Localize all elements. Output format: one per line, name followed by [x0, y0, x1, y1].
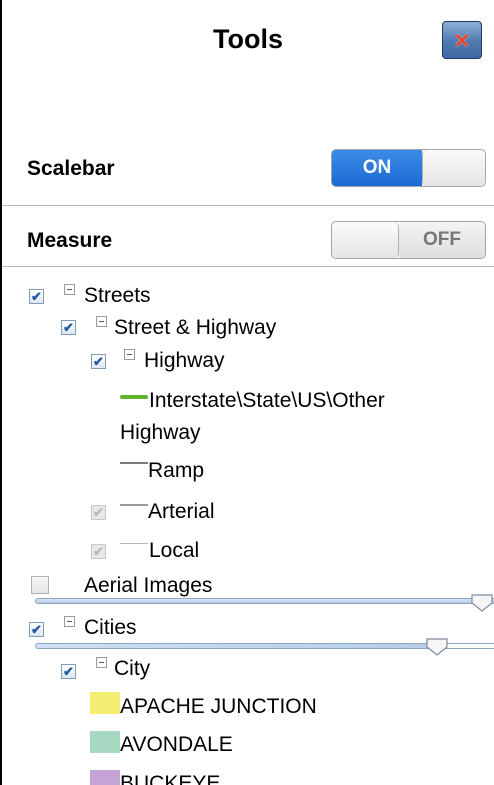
cities-collapse-icon[interactable]: [64, 616, 75, 627]
layer-label-highway: Highway: [144, 349, 225, 372]
city-checkbox[interactable]: ✔: [61, 664, 76, 679]
interstate-line-symbol: [120, 395, 148, 399]
layer-label-interstate-line2: Highway: [120, 421, 201, 444]
layer-label-streets: Streets: [84, 284, 151, 307]
local-line-symbol: [120, 543, 148, 544]
layer-label-street-highway: Street & Highway: [114, 316, 277, 339]
aerial-images-checkbox[interactable]: [31, 576, 49, 594]
highway-checkbox[interactable]: ✔: [91, 354, 106, 369]
street-highway-checkbox[interactable]: ✔: [61, 320, 76, 335]
apache-junction-swatch: [90, 692, 120, 714]
city-item-label: BUCKEYE: [120, 772, 221, 785]
layer-label-cities: Cities: [84, 616, 137, 639]
ramp-line-symbol: [120, 462, 148, 464]
layer-label-ramp: Ramp: [148, 459, 205, 482]
layer-label-interstate-line1: Interstate\State\US\Other: [149, 389, 385, 412]
tools-panel: Tools × Scalebar ON Measure OFF ✔ Street…: [0, 0, 494, 785]
streets-collapse-icon[interactable]: [64, 284, 75, 295]
street-highway-collapse-icon[interactable]: [96, 316, 107, 327]
aerial-opacity-slider[interactable]: [35, 598, 494, 604]
arterial-line-symbol: [120, 504, 148, 506]
layer-label-arterial: Arterial: [148, 500, 215, 523]
layer-label-local: Local: [149, 539, 200, 562]
city-collapse-icon[interactable]: [96, 657, 107, 668]
layer-tree: ✔ Streets ✔ Street & Highway ✔ Highway I…: [2, 0, 494, 785]
aerial-opacity-slider-thumb[interactable]: [471, 594, 493, 612]
arterial-checkbox: ✔: [91, 505, 106, 520]
layer-label-aerial-images: Aerial Images: [84, 574, 213, 597]
cities-opacity-slider-thumb[interactable]: [426, 638, 448, 656]
city-item-label: APACHE JUNCTION: [120, 695, 317, 718]
local-checkbox: ✔: [91, 544, 106, 559]
buckeye-swatch: [90, 770, 120, 785]
cities-checkbox[interactable]: ✔: [29, 622, 44, 637]
city-item-label: AVONDALE: [120, 733, 233, 756]
highway-collapse-icon[interactable]: [124, 349, 135, 360]
streets-checkbox[interactable]: ✔: [29, 289, 44, 304]
avondale-swatch: [90, 731, 120, 753]
layer-label-city: City: [114, 657, 151, 680]
